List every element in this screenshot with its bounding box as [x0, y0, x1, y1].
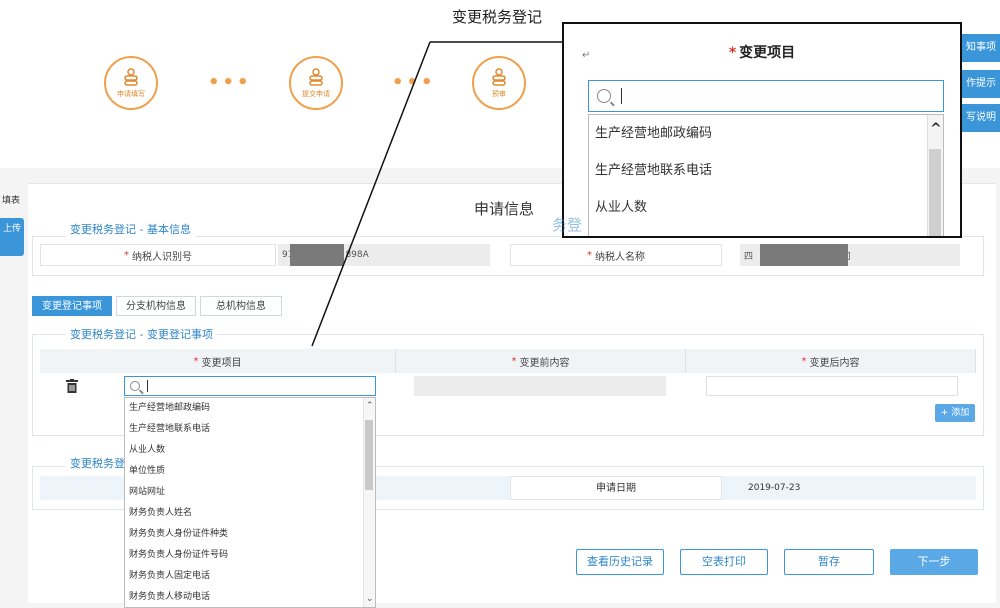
required-star: *: [728, 45, 737, 61]
zoom-dropdown-option[interactable]: 单位性质: [589, 226, 943, 236]
zoom-callout: ↵ *变更项目 生产经营地邮政编码 生产经营地联系电话 从业人数 单位性质 ^: [562, 22, 962, 238]
zoom-heading-text: 变更项目: [739, 45, 796, 61]
zoom-column-heading: * 变更项目: [564, 42, 960, 62]
background-text-fragment: 务登: [552, 216, 583, 234]
search-icon: [597, 89, 611, 103]
zoom-scroll-thumb[interactable]: [929, 149, 941, 236]
screen: 变更税务登记 申请填写 ••• 提交申请 ••• 预审 知事项 作提示 写说明 …: [0, 0, 1000, 608]
zoom-dropdown-option[interactable]: 从业人数: [589, 189, 943, 226]
zoom-dropdown-option[interactable]: 生产经营地邮政编码: [589, 115, 943, 152]
text-cursor: [621, 88, 622, 104]
zoom-change-item-select[interactable]: [588, 80, 944, 112]
zoom-dropdown: 生产经营地邮政编码 生产经营地联系电话 从业人数 单位性质 ^: [588, 114, 944, 236]
callout-line: [311, 41, 431, 347]
zoom-dropdown-option[interactable]: 生产经营地联系电话: [589, 152, 943, 189]
zoom-scrollbar[interactable]: ^: [927, 115, 943, 236]
chevron-up-icon[interactable]: ^: [930, 121, 942, 137]
